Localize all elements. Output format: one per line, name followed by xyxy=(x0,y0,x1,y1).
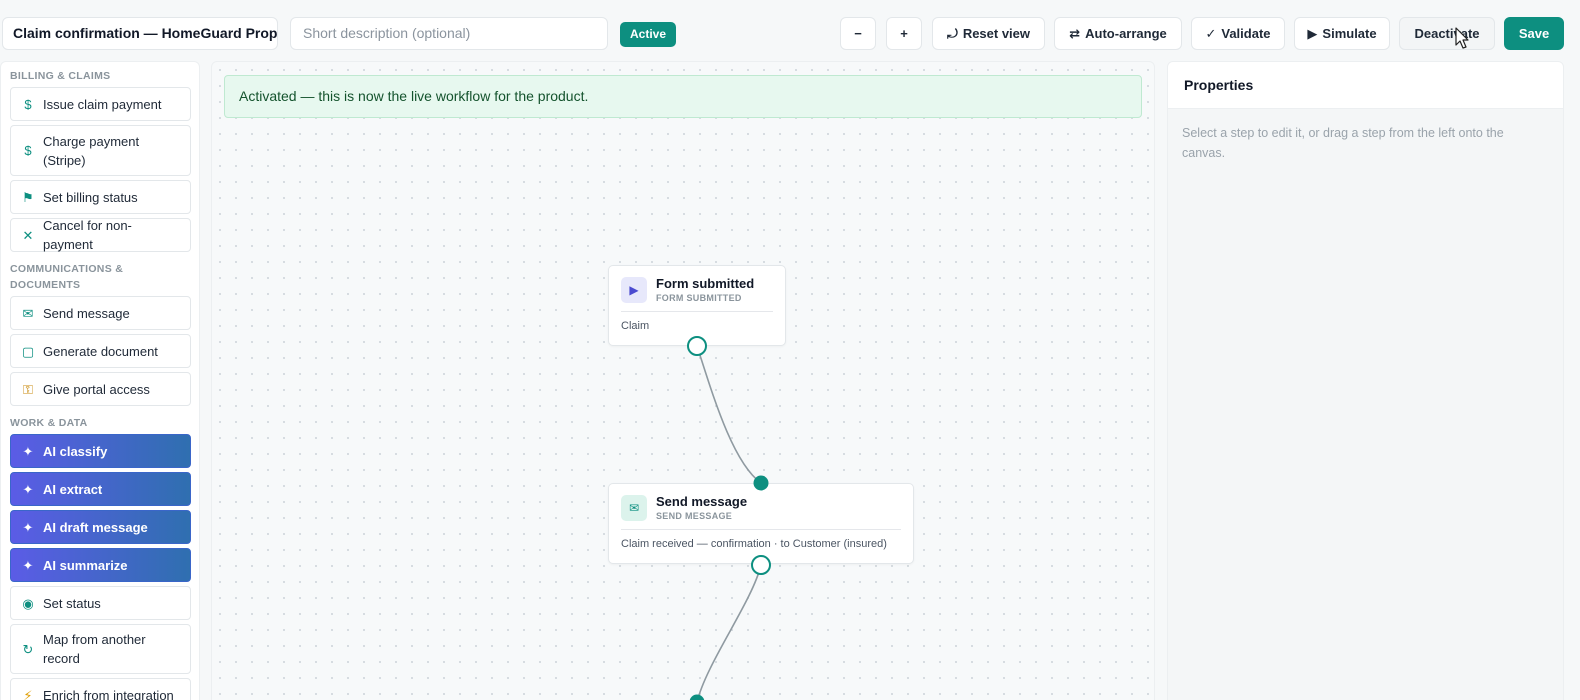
validate-label: Validate xyxy=(1221,26,1271,41)
x-icon: ✕ xyxy=(22,227,34,243)
output-port xyxy=(751,555,771,575)
sparkle-icon: ✦ xyxy=(22,519,34,535)
palette-item-label: Charge payment (Stripe) xyxy=(43,133,140,168)
palette-item-label: Issue claim payment xyxy=(43,96,162,112)
palette-item-send-message[interactable]: ✉ Send message xyxy=(10,296,191,330)
input-port xyxy=(689,694,705,700)
step-palette-sidebar: BILLING & CLAIMS $ Issue claim payment $… xyxy=(0,61,200,700)
validate-button[interactable]: ✓ Validate xyxy=(1191,17,1285,50)
input-port xyxy=(753,475,769,491)
palette-item-charge-payment[interactable]: $ Charge payment (Stripe) xyxy=(10,125,191,176)
mouse-cursor-icon xyxy=(1455,27,1469,49)
properties-title: Properties xyxy=(1168,62,1563,109)
zoom-in-button[interactable]: + xyxy=(886,17,922,50)
lightning-icon: ⚡ xyxy=(23,687,33,700)
zoom-out-button[interactable]: − xyxy=(840,17,876,50)
sparkle-icon: ✦ xyxy=(22,481,34,497)
palette-item-label: Map from another record xyxy=(43,632,146,666)
dollar-icon: $ xyxy=(24,143,32,158)
properties-hint: Select a step to edit it, or drag a step… xyxy=(1182,126,1504,160)
output-port xyxy=(687,336,707,356)
section-title-work-data: WORK & DATA xyxy=(10,417,88,429)
zoom-out-label: − xyxy=(854,26,862,41)
sparkle-icon: ✦ xyxy=(22,443,34,459)
palette-item-generate-document[interactable]: ▢ Generate document xyxy=(10,334,191,368)
save-label: Save xyxy=(1518,26,1550,41)
swap-icon: ⇄ xyxy=(1069,25,1081,41)
palette-item-map-from-record[interactable]: ↻ Map from another record xyxy=(10,624,191,674)
palette-item-label: Enrich from integration xyxy=(43,687,174,700)
simulate-label: Simulate xyxy=(1322,26,1377,41)
deactivate-button[interactable]: Deactivate xyxy=(1399,17,1495,50)
palette-item-label: AI summarize xyxy=(43,557,128,573)
palette-item-issue-claim-payment[interactable]: $ Issue claim payment xyxy=(10,87,191,121)
reset-view-button[interactable]: ⤾ Reset view xyxy=(932,17,1045,50)
palette-item-label: Give portal access xyxy=(43,381,150,397)
palette-item-label: AI classify xyxy=(43,443,108,459)
dollar-icon: $ xyxy=(24,96,32,112)
toolbar: Claim confirmation — HomeGuard Prop Shor… xyxy=(0,0,1580,62)
palette-item-label: Cancel for non-payment xyxy=(43,218,132,252)
palette-item-label: Send message xyxy=(43,305,130,321)
flag-icon: ⚑ xyxy=(22,189,34,205)
description-input[interactable]: Short description (optional) xyxy=(290,17,608,50)
auto-arrange-label: Auto-arrange xyxy=(1085,26,1167,41)
palette-item-cancel-non-payment[interactable]: ✕ Cancel for non-payment xyxy=(10,218,191,252)
document-icon: ▢ xyxy=(21,343,35,359)
palette-item-ai-extract[interactable]: ✦ AI extract xyxy=(10,472,191,506)
key-icon: ⚿ xyxy=(23,381,33,397)
play-icon: ▶ xyxy=(1307,25,1318,41)
sparkle-icon: ✦ xyxy=(22,557,34,573)
port-layer xyxy=(687,336,771,700)
simulate-button[interactable]: ▶ Simulate xyxy=(1294,17,1390,50)
auto-arrange-button[interactable]: ⇄ Auto-arrange xyxy=(1054,17,1182,50)
refresh-icon: ↻ xyxy=(22,641,34,657)
palette-item-label: Set billing status xyxy=(43,189,138,205)
palette-item-label: Generate document xyxy=(43,343,158,359)
workflow-title-input[interactable]: Claim confirmation — HomeGuard Prop xyxy=(2,17,278,50)
section-title-billing: BILLING & CLAIMS xyxy=(10,70,111,82)
palette-item-label: Set status xyxy=(43,595,101,611)
save-button[interactable]: Save xyxy=(1504,17,1564,50)
status-badge: Active xyxy=(620,22,677,47)
reset-icon: ⤾ xyxy=(946,25,958,41)
envelope-icon: ✉ xyxy=(22,305,34,321)
palette-item-give-portal-access[interactable]: ⚿ Give portal access xyxy=(10,372,191,406)
palette-item-set-billing-status[interactable]: ⚑ Set billing status xyxy=(10,180,191,214)
status-dot-icon: ◉ xyxy=(22,595,34,611)
reset-view-label: Reset view xyxy=(962,26,1031,41)
palette-item-ai-classify[interactable]: ✦ AI classify xyxy=(10,434,191,468)
properties-panel: Properties Select a step to edit it, or … xyxy=(1167,61,1564,700)
section-title-communications: COMMUNICATIONS & DOCUMENTS xyxy=(10,263,124,291)
zoom-in-label: + xyxy=(900,26,908,41)
workflow-canvas[interactable]: Activated — this is now the live workflo… xyxy=(211,61,1155,700)
check-icon: ✓ xyxy=(1205,25,1217,41)
palette-item-ai-summarize[interactable]: ✦ AI summarize xyxy=(10,548,191,582)
palette-item-label: AI extract xyxy=(43,481,103,497)
palette-item-ai-draft-message[interactable]: ✦ AI draft message xyxy=(10,510,191,544)
palette-item-label: AI draft message xyxy=(43,519,148,535)
palette-item-set-status[interactable]: ◉ Set status xyxy=(10,586,191,620)
palette-item-enrich-integration[interactable]: ⚡ Enrich from integration xyxy=(10,678,191,700)
